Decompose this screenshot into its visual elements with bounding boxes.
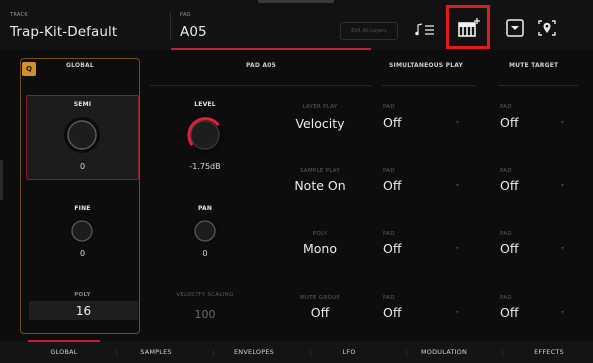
mute-pad-value: Off bbox=[500, 305, 519, 320]
poly-label: POLY bbox=[74, 292, 91, 298]
sample-play-caption: SAMPLE PLAY bbox=[299, 168, 341, 174]
poly-mode-caption: POLY bbox=[312, 231, 328, 237]
mute-pad-caption: PAD bbox=[500, 168, 512, 174]
top-handle bbox=[258, 0, 334, 3]
mute-pad-caption: PAD bbox=[500, 231, 512, 237]
mute-pad-caption: PAD bbox=[500, 295, 512, 301]
velocity-scaling-label: VELOCITY SCALING bbox=[176, 292, 234, 298]
sim-pad-caption: PAD bbox=[383, 104, 395, 110]
sim-pad-caption: PAD bbox=[383, 295, 395, 301]
simultaneous-underline bbox=[382, 85, 476, 86]
poly-value-field[interactable]: 16 bbox=[29, 301, 138, 320]
fine-label: FINE bbox=[74, 205, 91, 212]
pin-locate-icon[interactable] bbox=[536, 18, 558, 38]
pad-name: A05 bbox=[180, 24, 207, 40]
semi-label: SEMI bbox=[73, 101, 92, 108]
active-tab-indicator bbox=[28, 340, 100, 342]
tab-divider bbox=[213, 350, 214, 356]
tab-global[interactable]: GLOBAL bbox=[28, 348, 100, 356]
tab-divider bbox=[406, 350, 407, 356]
sample-play-value[interactable]: Note On bbox=[280, 178, 360, 193]
chevron-down-icon: ▾ bbox=[561, 309, 565, 316]
chevron-down-icon: ▾ bbox=[456, 119, 460, 126]
mute-group-value[interactable]: Off bbox=[280, 305, 360, 320]
simultaneous-play-heading: SIMULTANEOUS PLAY bbox=[389, 62, 464, 69]
layer-play-value[interactable]: Velocity bbox=[280, 116, 360, 131]
mute-pad-caption: PAD bbox=[500, 104, 512, 110]
sim-pad-value: Off bbox=[383, 115, 402, 130]
tab-samples[interactable]: SAMPLES bbox=[120, 348, 192, 356]
tab-effects[interactable]: EFFECTS bbox=[513, 348, 585, 356]
tab-modulation[interactable]: MODULATION bbox=[408, 348, 480, 356]
mute-target-heading: MUTE TARGET bbox=[509, 62, 559, 69]
chevron-down-icon: ▾ bbox=[456, 245, 460, 252]
mute-group-caption: MUTE GROUP bbox=[299, 295, 341, 301]
note-list-icon[interactable] bbox=[414, 21, 436, 39]
highlight-box bbox=[446, 5, 490, 49]
track-caption: TRACK bbox=[10, 12, 28, 18]
tab-divider bbox=[502, 350, 503, 356]
mute-pad-value: Off bbox=[500, 115, 519, 130]
pan-value: 0 bbox=[202, 249, 208, 258]
pad-heading: PAD A05 bbox=[246, 62, 276, 69]
pad-caption: PAD bbox=[180, 12, 191, 18]
pan-label: PAN bbox=[197, 205, 213, 212]
chevron-down-icon: ▾ bbox=[561, 182, 565, 189]
tab-divider bbox=[116, 350, 117, 356]
sim-pad-value: Off bbox=[383, 305, 402, 320]
layer-play-caption: LAYER PLAY bbox=[302, 104, 338, 110]
fine-value: 0 bbox=[79, 249, 86, 258]
edit-all-layers-button[interactable]: Edit All Layers bbox=[340, 22, 398, 40]
mute-pad-value: Off bbox=[500, 241, 519, 256]
sim-pad-value: Off bbox=[383, 241, 402, 256]
semi-value: 0 bbox=[79, 162, 86, 171]
pad-selector[interactable]: PAD A05 bbox=[180, 12, 207, 40]
track-name: Trap-Kit-Default bbox=[10, 24, 118, 40]
chevron-down-icon: ▾ bbox=[561, 245, 565, 252]
level-knob[interactable] bbox=[184, 114, 226, 160]
sim-pad-caption: PAD bbox=[383, 168, 395, 174]
mute-pad-value: Off bbox=[500, 178, 519, 193]
chevron-down-icon: ▾ bbox=[456, 309, 460, 316]
track-selector[interactable]: TRACK Trap-Kit-Default bbox=[10, 12, 117, 40]
left-edge-tab bbox=[0, 160, 3, 200]
level-label: LEVEL bbox=[194, 101, 216, 108]
poly-mode-value[interactable]: Mono bbox=[280, 241, 360, 256]
pan-knob[interactable] bbox=[191, 217, 219, 249]
header-accent-line bbox=[171, 48, 371, 50]
tab-envelopes[interactable]: ENVELOPES bbox=[218, 348, 290, 356]
level-value: -1.75dB bbox=[189, 162, 221, 171]
tab-divider bbox=[310, 350, 311, 356]
q-badge[interactable]: Q bbox=[22, 62, 36, 76]
chevron-down-icon: ▾ bbox=[456, 182, 460, 189]
fine-knob[interactable] bbox=[68, 217, 96, 249]
header-divider bbox=[170, 12, 171, 40]
save-download-icon[interactable] bbox=[505, 18, 525, 38]
semi-knob[interactable] bbox=[62, 115, 102, 159]
sim-pad-value: Off bbox=[383, 178, 402, 193]
mute-underline bbox=[498, 85, 578, 86]
velocity-scaling-value[interactable]: 100 bbox=[160, 308, 250, 321]
tab-lfo[interactable]: LFO bbox=[313, 348, 385, 356]
pad-heading-underline bbox=[150, 85, 372, 86]
chevron-down-icon: ▾ bbox=[561, 119, 565, 126]
global-heading: GLOBAL bbox=[66, 62, 94, 69]
sim-pad-caption: PAD bbox=[383, 231, 395, 237]
